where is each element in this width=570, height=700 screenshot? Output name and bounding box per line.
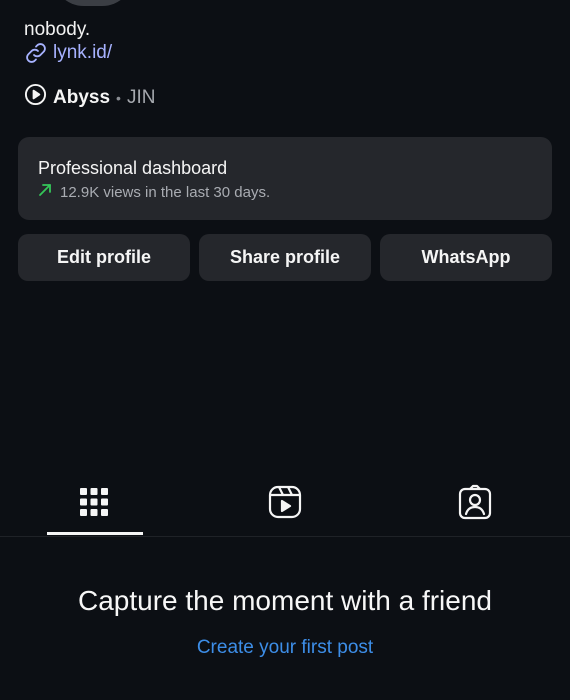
profile-link[interactable]: lynk.id/ [24, 41, 112, 65]
grid-icon [79, 487, 109, 522]
tab-reels[interactable] [265, 484, 305, 524]
trend-up-arrow-icon [38, 183, 52, 201]
play-circle-icon [24, 83, 47, 112]
music-artist: JIN [126, 86, 156, 108]
bio-name: nobody. [24, 19, 91, 40]
active-tab-indicator [47, 532, 143, 535]
music-row[interactable]: Abyss • JIN [24, 83, 155, 112]
link-text: lynk.id/ [53, 42, 113, 63]
dashboard-stat-text: 12.9K views in the last 30 days. [60, 183, 271, 201]
tab-posts-grid[interactable] [74, 484, 114, 524]
profile-page: nobody. lynk.id/ Abyss • JIN Professiona… [0, 0, 570, 700]
tab-tagged[interactable] [455, 484, 495, 524]
professional-dashboard-card[interactable]: Professional dashboard 12.9K views in th… [18, 137, 552, 220]
whatsapp-button[interactable]: WhatsApp [380, 234, 552, 281]
link-icon [24, 41, 48, 65]
empty-state-heading: Capture the moment with a friend [78, 585, 492, 616]
dashboard-title: Professional dashboard [38, 158, 228, 178]
profile-action-buttons: Edit profile Share profile WhatsApp [18, 234, 552, 281]
edit-profile-button[interactable]: Edit profile [18, 234, 190, 281]
reels-icon [267, 484, 303, 525]
music-song: Abyss [53, 86, 111, 108]
tagged-icon [457, 484, 493, 525]
tabs-divider [0, 536, 570, 537]
profile-content-tabs [0, 470, 570, 536]
create-first-post-link[interactable]: Create your first post [0, 637, 570, 659]
share-profile-button[interactable]: Share profile [199, 234, 371, 281]
music-separator: • [116, 89, 121, 106]
avatar[interactable] [52, 0, 134, 6]
dashboard-stat: 12.9K views in the last 30 days. [38, 183, 552, 201]
